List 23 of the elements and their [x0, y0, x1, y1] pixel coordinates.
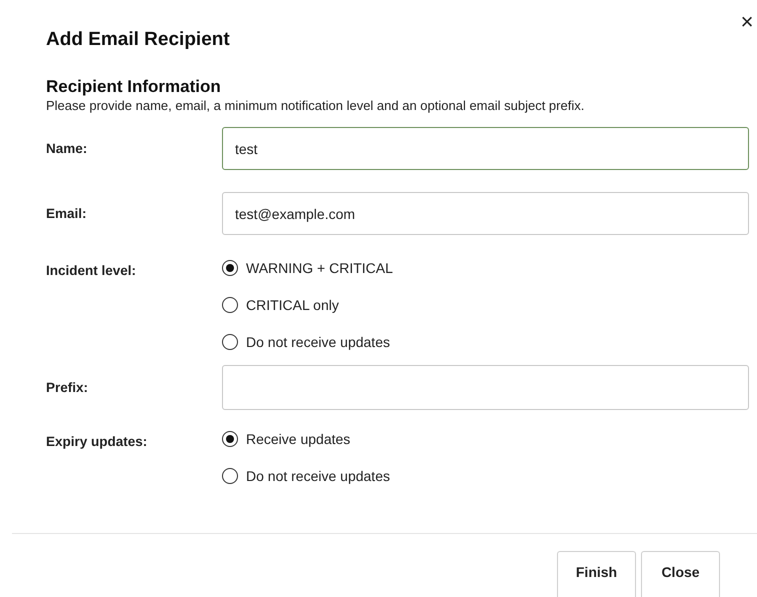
radio-option[interactable]: Do not receive updates [222, 331, 749, 352]
text-field[interactable] [222, 365, 749, 410]
radio-option[interactable]: WARNING + CRITICAL [222, 257, 749, 278]
radio-button[interactable] [222, 468, 238, 484]
field-label: Prefix: [46, 380, 90, 395]
field-label: Incident level: [46, 262, 138, 278]
close-button[interactable]: Close [641, 551, 720, 597]
radio-option[interactable]: CRITICAL only [222, 294, 749, 315]
finish-button[interactable]: Finish [557, 551, 636, 597]
radio-button[interactable] [222, 334, 238, 350]
text-field[interactable]: test [222, 127, 749, 170]
radio-button[interactable] [222, 430, 238, 446]
radio-button[interactable] [222, 296, 238, 312]
radio-option[interactable]: Do not receive updates [222, 465, 749, 486]
dialog-title: Add Email Recipient [46, 29, 230, 51]
section-description: Please provide name, email, a minimum notification level and an optional email subject prefix. [46, 98, 586, 113]
radio-option[interactable]: Receive updates [222, 428, 749, 449]
radio-button[interactable] [222, 260, 238, 276]
text-field[interactable]: test@example.com [222, 192, 749, 235]
field-label: Expiry updates: [46, 433, 148, 449]
field-label: Name: [46, 141, 88, 156]
field-label: Email: [46, 206, 88, 221]
section-heading: Recipient Information [46, 77, 222, 97]
